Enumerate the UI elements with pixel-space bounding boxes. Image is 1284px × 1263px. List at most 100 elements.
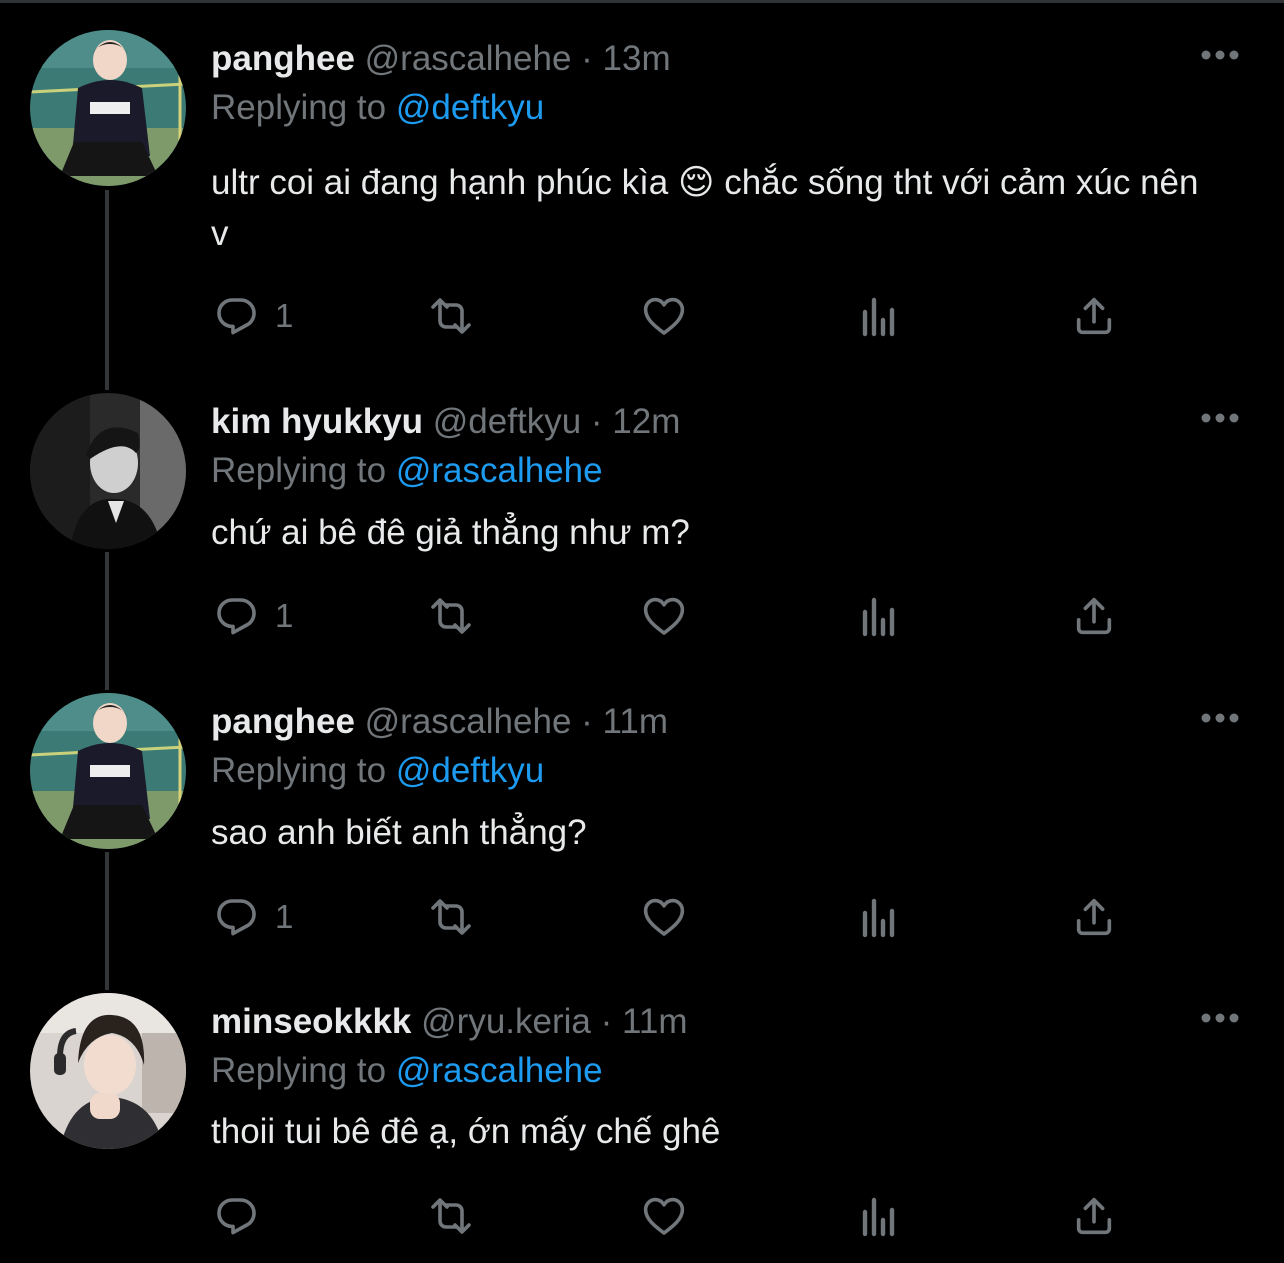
retweet-icon — [431, 899, 471, 935]
more-options-button[interactable] — [1200, 1011, 1240, 1025]
action-bar: 1 — [211, 588, 1131, 644]
share-button[interactable] — [1071, 889, 1117, 945]
timestamp[interactable]: 12m — [612, 402, 680, 441]
replying-to-label: Replying to — [211, 751, 387, 790]
reply-count: 1 — [275, 597, 294, 634]
retweet-icon — [431, 1198, 471, 1234]
more-options-button[interactable] — [1200, 48, 1240, 62]
timestamp[interactable]: 11m — [622, 1002, 688, 1041]
views-button[interactable] — [857, 1188, 901, 1244]
replying-to-label: Replying to — [211, 88, 387, 127]
like-button[interactable] — [639, 288, 689, 344]
share-upload-icon — [1076, 1197, 1112, 1235]
avatar[interactable] — [30, 30, 186, 186]
views-bar-chart-icon — [862, 898, 895, 938]
reply-button[interactable]: 1 — [213, 588, 293, 644]
like-button[interactable] — [639, 889, 689, 945]
share-upload-icon — [1076, 597, 1112, 635]
display-name[interactable]: kim hyukkyu — [211, 402, 423, 441]
timestamp[interactable]: 11m — [603, 702, 669, 741]
display-name[interactable]: panghee — [211, 39, 355, 78]
heart-icon — [643, 898, 685, 936]
views-bar-chart-icon — [862, 1197, 895, 1237]
tweet-header: kim hyukkyu @deftkyu · 12m — [211, 399, 680, 445]
more-horizontal-icon — [1201, 413, 1239, 423]
mention-link[interactable]: @deftkyu — [396, 88, 544, 127]
tweet[interactable]: panghee @rascalhehe · 13m Replying to @d… — [0, 30, 1284, 350]
replying-to-line: Replying to @deftkyu — [211, 85, 544, 131]
action-bar: 1 — [211, 288, 1131, 344]
tweet-header: panghee @rascalhehe · 11m — [211, 699, 668, 745]
tweet-text: thoii tui bê đê ạ, ớn mấy chế ghê — [211, 1112, 721, 1151]
display-name[interactable]: minseokkkk — [211, 1002, 411, 1041]
display-name[interactable]: panghee — [211, 702, 355, 741]
mention-link[interactable]: @rascalhehe — [396, 1051, 603, 1090]
tweet-text: ultr coi ai đang hạnh phúc kìa 😌 chắc số… — [211, 163, 1199, 253]
views-button[interactable] — [857, 889, 901, 945]
tweet[interactable]: minseokkkk @ryu.keria · 11m Replying to … — [0, 993, 1284, 1263]
user-handle[interactable]: @rascalhehe — [365, 702, 572, 741]
retweet-button[interactable] — [423, 1188, 479, 1244]
views-bar-chart-icon — [862, 597, 895, 637]
heart-icon — [643, 297, 685, 335]
avatar[interactable] — [30, 693, 186, 849]
reply-button[interactable] — [213, 1188, 275, 1244]
mention-link[interactable]: @rascalhehe — [396, 451, 603, 490]
retweet-icon — [431, 598, 471, 634]
mention-link[interactable]: @deftkyu — [396, 751, 544, 790]
more-options-button[interactable] — [1200, 711, 1240, 725]
action-bar — [211, 1188, 1131, 1244]
reply-button[interactable]: 1 — [213, 288, 293, 344]
separator-dot: · — [600, 1002, 613, 1041]
tweet-text: sao anh biết anh thẳng? — [211, 813, 587, 852]
avatar[interactable] — [30, 993, 186, 1149]
tweet-header: panghee @rascalhehe · 13m — [211, 36, 671, 82]
tweet[interactable]: panghee @rascalhehe · 11m Replying to @d… — [0, 693, 1284, 973]
share-button[interactable] — [1071, 1188, 1117, 1244]
more-options-button[interactable] — [1200, 411, 1240, 425]
reply-count: 1 — [275, 297, 294, 334]
share-upload-icon — [1076, 898, 1112, 936]
share-upload-icon — [1076, 297, 1112, 335]
replying-to-line: Replying to @rascalhehe — [211, 1048, 603, 1094]
replying-to-line: Replying to @deftkyu — [211, 748, 544, 794]
user-handle[interactable]: @ryu.keria — [421, 1002, 591, 1041]
views-button[interactable] — [857, 588, 901, 644]
user-handle[interactable]: @rascalhehe — [365, 39, 572, 78]
tweet-text: chứ ai bê đê giả thẳng như m? — [211, 513, 690, 552]
views-bar-chart-icon — [862, 297, 895, 337]
replying-to-label: Replying to — [211, 451, 387, 490]
tweet[interactable]: kim hyukkyu @deftkyu · 12m Replying to @… — [0, 393, 1284, 673]
more-horizontal-icon — [1201, 50, 1239, 60]
reply-button[interactable]: 1 — [213, 889, 293, 945]
retweet-button[interactable] — [423, 588, 479, 644]
reply-bubble-icon — [217, 899, 256, 936]
retweet-button[interactable] — [423, 889, 479, 945]
share-button[interactable] — [1071, 588, 1117, 644]
heart-icon — [643, 1197, 685, 1235]
retweet-icon — [431, 298, 471, 334]
more-horizontal-icon — [1201, 713, 1239, 723]
separator-dot: · — [590, 402, 603, 441]
share-button[interactable] — [1071, 288, 1117, 344]
reply-bubble-icon — [217, 298, 256, 335]
user-handle[interactable]: @deftkyu — [433, 402, 581, 441]
views-button[interactable] — [857, 288, 901, 344]
reply-bubble-icon — [217, 1198, 256, 1235]
more-horizontal-icon — [1201, 1013, 1239, 1023]
avatar[interactable] — [30, 393, 186, 549]
top-divider — [0, 0, 1284, 3]
retweet-button[interactable] — [423, 288, 479, 344]
separator-dot: · — [581, 702, 593, 741]
timestamp[interactable]: 13m — [603, 39, 671, 78]
heart-icon — [643, 597, 685, 635]
action-bar: 1 — [211, 889, 1131, 945]
reply-count: 1 — [275, 898, 294, 935]
reply-bubble-icon — [217, 598, 256, 635]
like-button[interactable] — [639, 1188, 689, 1244]
separator-dot: · — [581, 39, 593, 78]
replying-to-line: Replying to @rascalhehe — [211, 448, 603, 494]
like-button[interactable] — [639, 588, 689, 644]
tweet-header: minseokkkk @ryu.keria · 11m — [211, 999, 688, 1045]
replying-to-label: Replying to — [211, 1051, 387, 1090]
